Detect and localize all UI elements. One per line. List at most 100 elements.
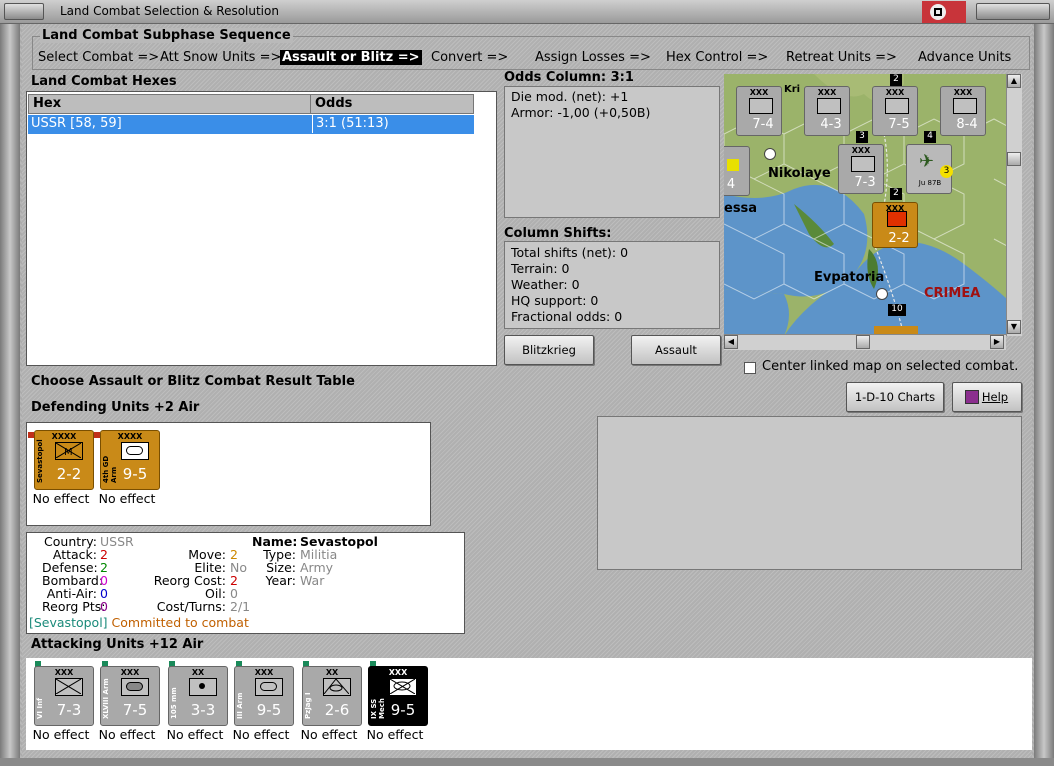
map-label-evpatoria: Evpatoria — [814, 270, 885, 285]
scroll-thumb-h[interactable] — [856, 335, 870, 349]
unit-name: III Arm — [236, 692, 244, 719]
armor-icon — [255, 678, 283, 696]
unit-size: XX — [325, 668, 339, 677]
unit-name: XLVIII Arm — [102, 678, 110, 719]
unit-value: 7-3 — [56, 701, 82, 719]
unit-size: XXX — [254, 668, 274, 677]
shift-weather: Weather: 0 — [511, 277, 580, 292]
armor-icon — [121, 678, 149, 696]
unit-value: 3-3 — [190, 701, 216, 719]
map-unit-sevastopol[interactable]: XXX 2-2 — [872, 202, 918, 248]
map-unit-vi-inf[interactable]: XXX 7-3 — [838, 144, 884, 194]
help-label: Help — [981, 390, 1009, 404]
scroll-thumb-v[interactable] — [1007, 152, 1021, 166]
defender-4th-gd-arm[interactable]: XXXX 4th GD Arm 9-5 — [100, 430, 160, 490]
center-linked-checkbox[interactable] — [744, 362, 756, 374]
map-unit-vii-mech[interactable]: XXX 8-4 — [940, 86, 986, 136]
linked-map[interactable]: XXX 7-4 XXX 4-3 XXX 7-5 XXX 8-4 XXX 7-3 … — [724, 74, 1022, 336]
unit-value: 7-5 — [122, 701, 148, 719]
col-hex-header[interactable]: Hex — [28, 94, 311, 114]
city-icon — [764, 148, 776, 160]
combat-icon — [887, 211, 907, 227]
unit-size: XXX — [120, 668, 140, 677]
unit-size: XXXX — [117, 432, 143, 441]
unit-size: XX — [191, 668, 205, 677]
attacking-title: Attacking Units +12 Air — [31, 637, 204, 652]
scroll-right-button[interactable]: ▶ — [990, 335, 1004, 349]
map-unit-ii-mech[interactable]: XXX 4-3 — [804, 86, 850, 136]
attacker-effect: No effect — [32, 727, 90, 742]
unit-value: 9-5 — [256, 701, 282, 719]
odds-panel: Die mod. (net): +1 Armor: -1,00 (+0,50B) — [504, 86, 720, 218]
city-icon — [876, 288, 888, 300]
detail-labels-col3: Name: Type: Size: Year: — [252, 534, 298, 588]
unit-value: 9-5 — [122, 465, 148, 483]
choose-crt-label: Choose Assault or Blitz Combat Result Ta… — [31, 374, 355, 389]
scroll-down-button[interactable]: ▼ — [1007, 320, 1021, 334]
table-row[interactable]: USSR [58, 59] 3:1 (51:13) — [28, 115, 474, 134]
attacker-ix-ss-mech[interactable]: XXX IX SS Mech 9-5 — [368, 666, 428, 726]
unit-value: 9-5 — [390, 701, 416, 719]
map-unit-rom[interactable]: 4 — [724, 146, 750, 196]
detail-labels-col1: Country: Attack: Defense: Bombard: Anti-Air:… — [42, 534, 106, 614]
stack-count: 4 — [924, 131, 936, 143]
blitzkrieg-button[interactable]: Blitzkrieg — [504, 335, 594, 365]
unit-status-line: [Sevastopol] Committed to combat — [29, 615, 249, 630]
assault-button[interactable]: Assault — [631, 335, 721, 365]
scroll-left-button[interactable]: ◀ — [724, 335, 738, 349]
scroll-up-button[interactable]: ▲ — [1007, 74, 1021, 88]
attacker-effect: No effect — [166, 727, 224, 742]
main-window: Land Combat Selection & Resolution Land … — [0, 0, 1054, 766]
seq-retreat-units[interactable]: Retreat Units => — [786, 50, 897, 65]
artillery-icon — [189, 678, 217, 696]
map-unit-vii-inf[interactable]: XXX 7-4 — [736, 86, 782, 136]
infantry-icon — [55, 678, 83, 696]
odds-line-die: Die mod. (net): +1 — [511, 89, 629, 104]
axis-flag-icon — [922, 1, 966, 23]
col-odds-header[interactable]: Odds — [310, 94, 474, 114]
odds-title: Odds Column: 3:1 — [504, 70, 634, 85]
defender-sevastopol[interactable]: XXXX Sevastopol M 2-2 — [34, 430, 94, 490]
map-unit-xi-mech[interactable]: XXX 7-5 — [872, 86, 918, 136]
center-linked-label: Center linked map on selected combat. — [762, 359, 1019, 374]
unit-name: PzJag I — [304, 692, 312, 719]
seq-advance-units[interactable]: Advance Units — [918, 50, 1011, 65]
attacker-vi-inf[interactable]: XXX VI Inf 7-3 — [34, 666, 94, 726]
seq-convert[interactable]: Convert => — [431, 50, 508, 65]
map-unit-stuka[interactable]: ✈ Ju 87B 3 — [906, 144, 953, 194]
militia-icon: M — [55, 442, 83, 460]
attacker-pzjag-i[interactable]: XX PzJag I 2-6 — [302, 666, 362, 726]
map-horizontal-scrollbar[interactable]: ◀ ▶ — [724, 334, 1006, 350]
shift-terrain: Terrain: 0 — [511, 261, 570, 276]
map-vertical-scrollbar[interactable]: ▲ ▼ — [1006, 74, 1022, 336]
seq-att-snow-units[interactable]: Att Snow Units => — [160, 50, 281, 65]
unit-value: 2-6 — [324, 701, 350, 719]
seq-hex-control[interactable]: Hex Control => — [666, 50, 768, 65]
attacker-iii-arm[interactable]: XXX III Arm 9-5 — [234, 666, 294, 726]
map-label-nikolayev: Nikolaye — [768, 166, 831, 181]
attacker-105mm[interactable]: XX 105 mm 3-3 — [168, 666, 228, 726]
aircraft-icon: ✈ — [919, 151, 935, 172]
help-button[interactable]: Help — [952, 382, 1022, 412]
svg-text:M: M — [64, 447, 73, 458]
shift-total: Total shifts (net): 0 — [511, 245, 629, 260]
close-button[interactable] — [976, 3, 1050, 20]
unit-value: 2-2 — [56, 465, 82, 483]
result-panel — [597, 416, 1022, 570]
unit-name: Sevastopol — [36, 439, 44, 483]
row-odds: 3:1 (51:13) — [312, 115, 389, 133]
shift-hq: HQ support: 0 — [511, 293, 599, 308]
system-menu-button[interactable] — [4, 3, 44, 20]
defending-title: Defending Units +2 Air — [31, 400, 200, 415]
stack-count: 3 — [856, 131, 868, 143]
odds-line-armor: Armor: -1,00 (+0,50B) — [511, 105, 651, 120]
detail-values-col1: USSR 2 2 0 0 0 — [100, 534, 134, 614]
seq-select-combat[interactable]: Select Combat => — [38, 50, 159, 65]
right-frame — [1034, 24, 1054, 766]
seq-assign-losses[interactable]: Assign Losses => — [535, 50, 651, 65]
attacker-xlviii-arm[interactable]: XXX XLVIII Arm 7-5 — [100, 666, 160, 726]
detail-values-col2: 2 No 2 0 2/1 — [230, 547, 251, 614]
charts-button[interactable]: 1-D-10 Charts — [846, 382, 944, 412]
shifts-title: Column Shifts: — [504, 226, 612, 241]
seq-assault-or-blitz[interactable]: Assault or Blitz => — [280, 50, 422, 65]
